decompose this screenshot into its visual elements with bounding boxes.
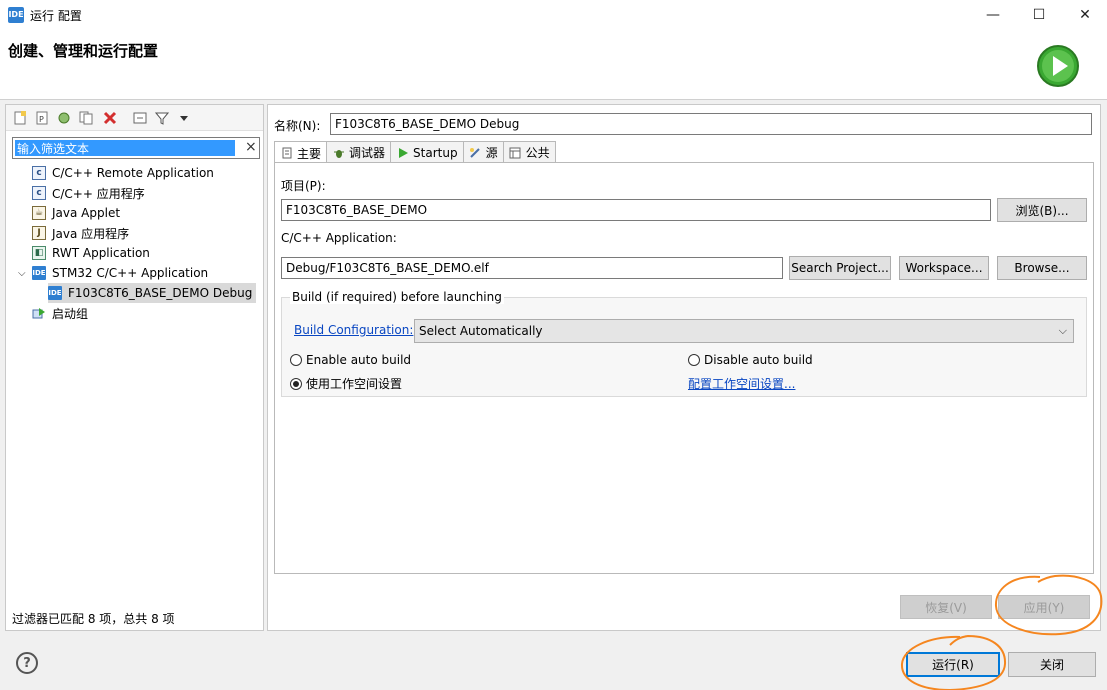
filter-field[interactable]: × [12,137,260,159]
tab-common[interactable]: 公共 [502,141,556,163]
workspace-button[interactable]: Workspace... [899,256,989,280]
tree-item-label: STM32 C/C++ Application [52,266,209,280]
tree-item-stm32[interactable]: ⌵ IDE STM32 C/C++ Application [16,263,261,283]
close-window-button[interactable]: ✕ [1062,0,1107,30]
tab-source[interactable]: 源 [462,141,504,163]
project-input[interactable]: F103C8T6_BASE_DEMO [281,199,991,221]
configuration-tree: c C/C++ Remote Application c C/C++ 应用程序 … [16,163,261,323]
tree-item-c-remote[interactable]: c C/C++ Remote Application [16,163,261,183]
tab-main[interactable]: 主要 [274,141,328,164]
dialog-header: 创建、管理和运行配置 [0,30,1107,100]
main-tab-content: 项目(P): F103C8T6_BASE_DEMO 浏览(B)... C/C++… [274,162,1094,574]
c-app-icon: c [32,166,46,180]
delete-icon[interactable] [102,110,118,126]
filter-input[interactable] [15,140,235,156]
help-icon[interactable]: ? [16,652,38,674]
radio-label: Disable auto build [704,353,813,367]
tree-item-launch-group[interactable]: 启动组 [16,303,261,323]
radio-checked-icon [290,377,302,390]
tree-item-f103-debug[interactable]: IDE F103C8T6_BASE_DEMO Debug [16,283,261,303]
build-before-launch-group: Build (if required) before launching Bui… [281,290,1087,397]
startup-icon [396,146,409,159]
tab-label: Startup [413,145,458,160]
project-label: 项目(P): [281,179,326,193]
config-tabs: 主要 调试器 Startup 源 公共 [274,141,556,164]
tree-item-label: 启动组 [52,306,89,321]
tree-item-rwt[interactable]: ◧ RWT Application [16,243,261,263]
configuration-list-panel: P × c C/C++ Remote Application c [5,104,264,631]
disable-auto-build-radio[interactable]: Disable auto build [688,353,813,367]
svg-text:P: P [39,115,44,124]
new-configuration-icon[interactable] [12,110,28,126]
collapse-all-icon[interactable] [132,110,148,126]
tree-item-label: F103C8T6_BASE_DEMO Debug [68,286,253,300]
launch-group-icon [32,306,46,320]
configuration-editor-panel: 名称(N): 主要 调试器 Startup 源 [267,104,1101,631]
tree-item-java-app[interactable]: J Java 应用程序 [16,223,261,243]
build-configuration-select[interactable]: Select Automatically ⌵ [414,319,1074,343]
name-label: 名称(N): [274,119,321,133]
tree-item-c-app[interactable]: c C/C++ 应用程序 [16,183,261,203]
browse-project-button[interactable]: 浏览(B)... [997,198,1087,222]
export-icon[interactable] [56,110,72,126]
browse-application-button[interactable]: Browse... [997,256,1087,280]
chevron-down-icon: ⌵ [1058,324,1067,337]
debugger-icon [332,146,345,159]
ide-icon: IDE [32,266,46,280]
rwt-app-icon: ◧ [32,246,46,260]
build-group-title: Build (if required) before launching [290,290,504,304]
tree-item-label: C/C++ Remote Application [52,166,214,180]
java-applet-icon: ☕ [32,206,46,220]
tree-item-label: RWT Application [52,246,150,260]
tab-debugger[interactable]: 调试器 [326,141,392,163]
tree-item-label: Java 应用程序 [52,226,130,241]
common-icon [509,146,522,159]
tree-item-label: C/C++ 应用程序 [52,186,145,201]
filter-icon[interactable] [154,110,170,126]
enable-auto-build-radio[interactable]: Enable auto build [290,353,411,367]
minimize-button[interactable]: — [970,0,1016,30]
tab-label: 公共 [525,146,550,160]
radio-label: Enable auto build [306,353,412,367]
java-app-icon: J [32,226,46,240]
application-label: C/C++ Application: [281,231,397,245]
main-tab-icon [280,147,293,160]
tab-label: 主要 [297,146,322,161]
expanded-chevron-icon[interactable]: ⌵ [18,268,28,279]
build-configuration-value: Select Automatically [419,324,543,338]
tree-item-java-applet[interactable]: ☕ Java Applet [16,203,261,223]
filter-status: 过滤器已匹配 8 项，总共 8 项 [12,612,175,626]
radio-unchecked-icon [688,354,700,366]
ide-app-icon: IDE [8,7,24,23]
title-bar: IDE 运行 配置 — ☐ ✕ [0,0,1107,30]
left-toolbar: P [6,105,263,131]
run-icon [1036,44,1080,88]
close-button[interactable]: 关闭 [1008,652,1096,677]
window-title: 运行 配置 [30,9,82,23]
duplicate-icon[interactable] [78,110,94,126]
name-input[interactable] [330,113,1092,135]
tab-label: 调试器 [349,146,386,160]
new-prototype-icon[interactable]: P [34,110,50,126]
dialog-title: 创建、管理和运行配置 [8,42,159,60]
c-app-icon: c [32,186,46,200]
clear-filter-icon[interactable]: × [245,139,257,155]
view-menu-icon[interactable] [176,110,192,126]
source-icon [469,146,482,159]
radio-unchecked-icon [290,354,302,366]
revert-button[interactable]: 恢复(V) [900,595,992,619]
tree-item-label: Java Applet [52,206,121,220]
ide-icon: IDE [48,286,62,300]
run-button[interactable]: 运行(R) [906,652,1000,677]
use-workspace-settings-radio[interactable]: 使用工作空间设置 [290,375,402,392]
configure-workspace-settings-link[interactable]: 配置工作空间设置... [688,375,795,392]
tab-startup[interactable]: Startup [390,141,464,163]
tab-label: 源 [485,146,498,160]
maximize-button[interactable]: ☐ [1016,0,1062,30]
apply-button[interactable]: 应用(Y) [998,595,1090,619]
radio-label: 使用工作空间设置 [306,377,403,391]
search-project-button[interactable]: Search Project... [789,256,891,280]
build-configuration-link[interactable]: Build Configuration: [294,323,413,337]
application-input[interactable]: Debug/F103C8T6_BASE_DEMO.elf [281,257,783,279]
